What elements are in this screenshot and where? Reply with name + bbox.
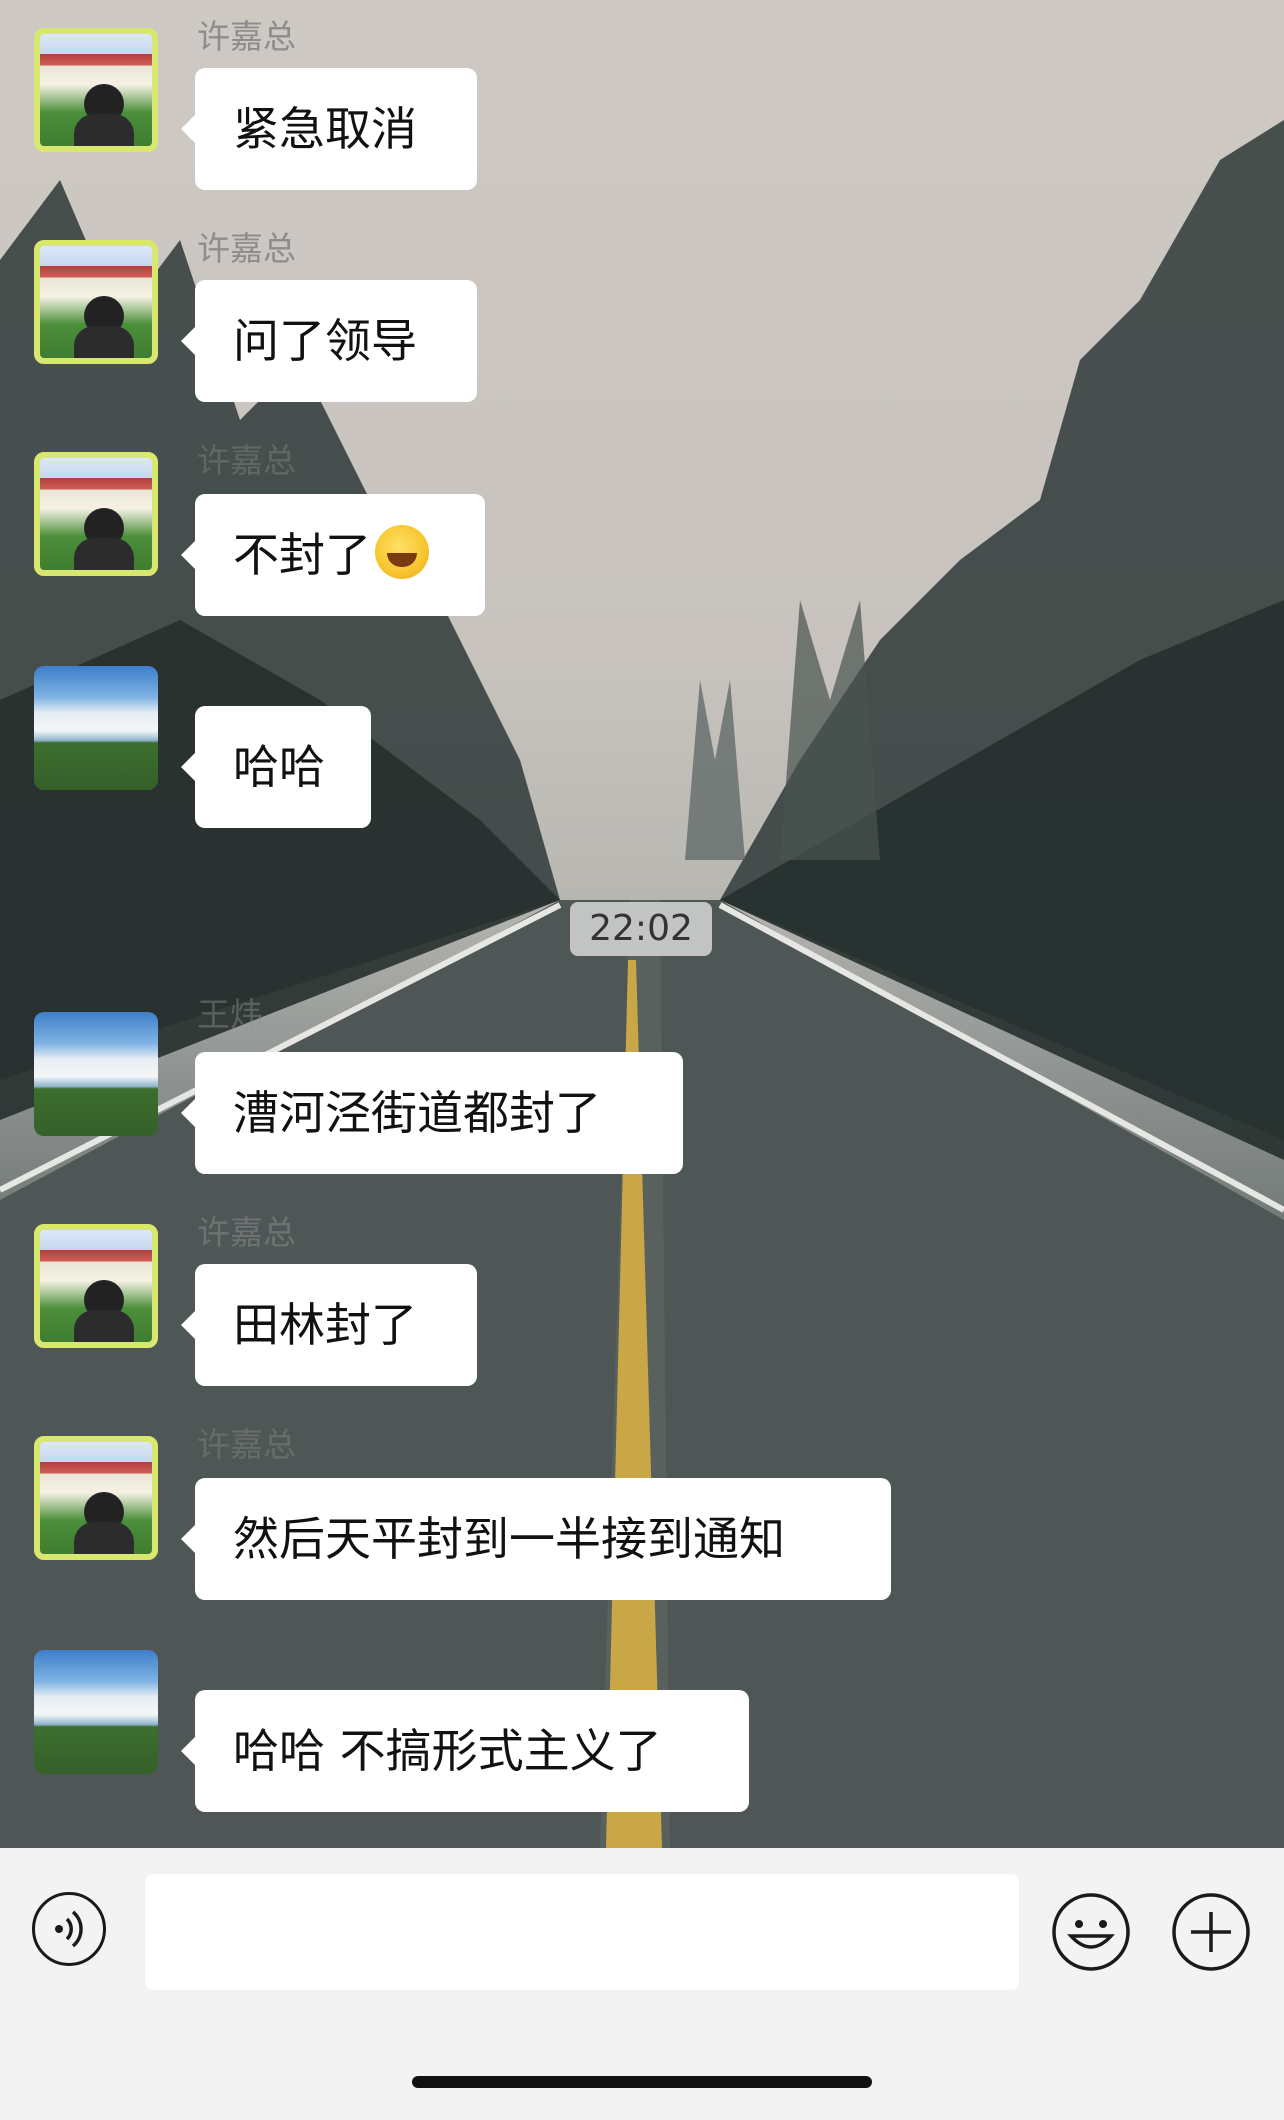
voice-icon <box>55 1910 83 1948</box>
message-bubble[interactable]: 然后天平封到一半接到通知 <box>181 1478 891 1600</box>
avatar-person-body <box>74 1310 134 1342</box>
sender-name: 许嘉总 <box>197 1425 296 1464</box>
sender-avatar[interactable] <box>34 1650 158 1774</box>
message-input[interactable] <box>145 1874 1019 1990</box>
sender-name: 许嘉总 <box>197 1213 296 1252</box>
avatar-person-body <box>74 538 134 570</box>
sender-avatar[interactable] <box>34 452 158 576</box>
message-bubble[interactable]: 田林封了 <box>181 1264 477 1386</box>
avatar-person-body <box>74 1522 134 1554</box>
message-bubble[interactable]: 问了领导 <box>181 280 477 402</box>
home-indicator <box>412 2076 872 2088</box>
avatar-person-body <box>74 114 134 146</box>
laughing-crying-emoji-icon <box>375 525 429 579</box>
sender-avatar[interactable] <box>34 240 158 364</box>
message-bubble[interactable]: 紧急取消 <box>181 68 477 190</box>
timestamp-label: 22:02 <box>570 902 712 956</box>
message-bubble[interactable]: 哈哈 不搞形式主义了 <box>181 1690 749 1812</box>
message-bubble[interactable]: 漕河泾街道都封了 <box>181 1052 683 1174</box>
plus-icon <box>1172 1893 1250 1971</box>
voice-button[interactable] <box>32 1892 106 1966</box>
emoji-button[interactable] <box>1051 1892 1131 1972</box>
sender-avatar[interactable] <box>34 1012 158 1136</box>
more-button[interactable] <box>1171 1892 1251 1972</box>
sender-avatar[interactable] <box>34 1224 158 1348</box>
sender-avatar[interactable] <box>34 666 158 790</box>
smiley-icon <box>1052 1893 1130 1971</box>
message-bubble[interactable]: 不封了 <box>181 494 485 616</box>
sender-avatar[interactable] <box>34 28 158 152</box>
avatar-person-body <box>74 326 134 358</box>
message-text: 不封了 <box>233 528 371 582</box>
sender-name: 许嘉总 <box>197 441 296 480</box>
sender-name: 许嘉总 <box>197 17 296 56</box>
sender-name: 许嘉总 <box>197 229 296 268</box>
sender-name: 王炜 <box>197 995 263 1034</box>
sender-avatar[interactable] <box>34 1436 158 1560</box>
message-bubble[interactable]: 哈哈 <box>181 706 371 828</box>
